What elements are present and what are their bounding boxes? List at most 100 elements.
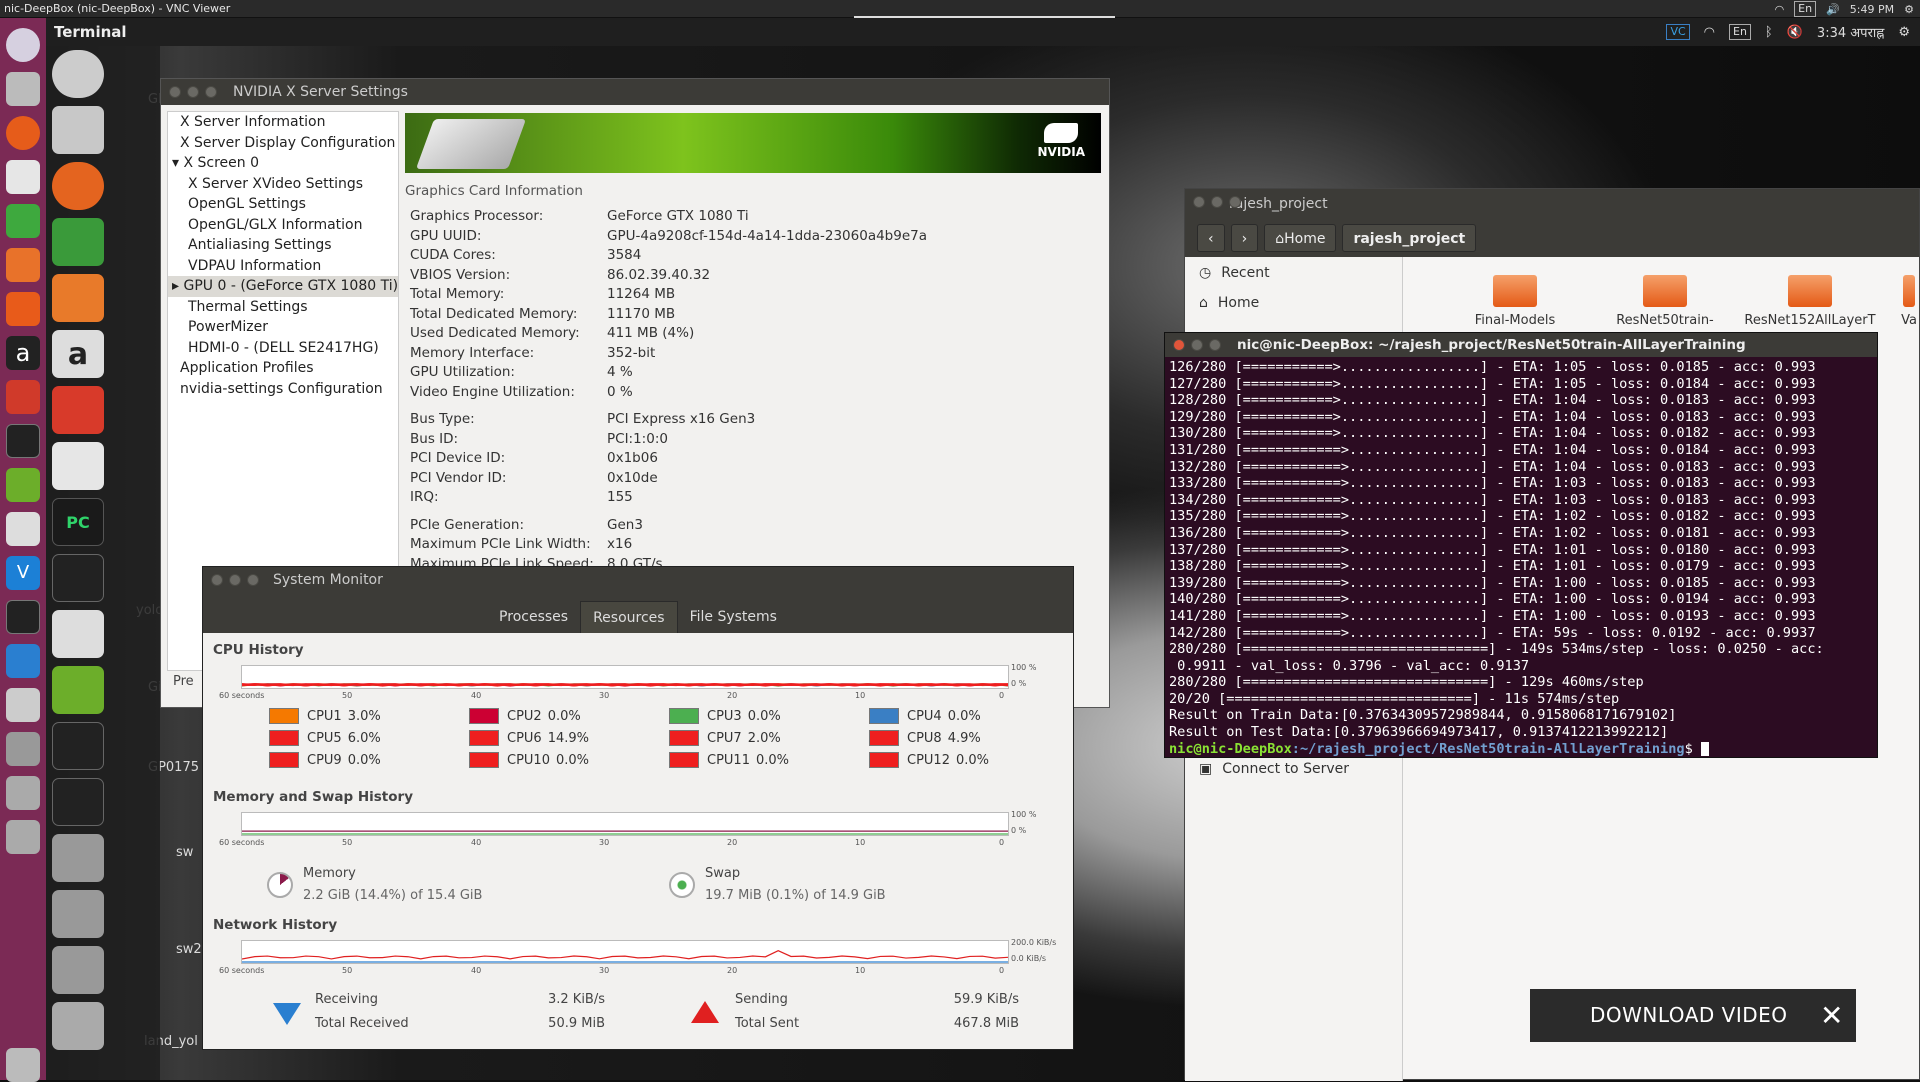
close-icon[interactable] (169, 86, 181, 98)
cpu-color-swatch[interactable] (469, 730, 499, 746)
ubuntu-dash-icon[interactable] (6, 28, 40, 62)
writer-icon[interactable] (52, 442, 104, 490)
cpu-color-swatch[interactable] (669, 752, 699, 768)
drive-icon[interactable] (52, 834, 104, 882)
close-icon[interactable] (211, 574, 223, 586)
tree-item[interactable]: X Server Information (168, 112, 398, 133)
mute-icon[interactable]: 🔇 (1787, 25, 1803, 40)
drive-icon[interactable] (6, 820, 40, 854)
tree-item[interactable]: Application Profiles (168, 358, 398, 379)
pycharm-icon[interactable]: PC (52, 498, 104, 546)
maximize-icon[interactable] (247, 574, 259, 586)
vnc-lang[interactable]: En (1794, 1, 1817, 17)
panel-clock[interactable]: 3:34 अपराह्न (1817, 23, 1884, 41)
amazon-icon[interactable]: a (52, 330, 104, 378)
files-icon[interactable] (52, 106, 104, 154)
impress-icon[interactable] (6, 248, 40, 282)
cpu-color-swatch[interactable] (269, 708, 299, 724)
wifi-icon[interactable]: ◠ (1775, 3, 1785, 16)
camera-icon[interactable] (52, 554, 104, 602)
tree-item[interactable]: Thermal Settings (168, 297, 398, 318)
desktop-file-label[interactable]: sw2 (176, 942, 202, 957)
cpu-legend-item[interactable]: CPU4 0.0% (869, 707, 981, 725)
memory-pie-icon[interactable] (267, 872, 293, 898)
firefox-icon[interactable] (52, 162, 104, 210)
breadcrumb-home[interactable]: ⌂Home (1264, 224, 1337, 252)
cpu-legend-item[interactable]: CPU1 3.0% (269, 707, 381, 725)
volume-icon[interactable]: 🔊 (1826, 3, 1840, 16)
impress-icon[interactable] (52, 274, 104, 322)
maximize-icon[interactable] (205, 86, 217, 98)
tree-item[interactable]: ▸ GPU 0 - (GeForce GTX 1080 Ti) (168, 276, 398, 297)
sidebar-item-connect-server[interactable]: ▣ Connect to Server (1199, 761, 1349, 777)
close-icon[interactable] (1193, 196, 1205, 208)
title-bar[interactable]: rajesh_project (1185, 189, 1919, 219)
writer-icon[interactable] (6, 160, 40, 194)
tree-item[interactable]: X Server XVideo Settings (168, 174, 398, 195)
gear-icon[interactable]: ⚙ (1904, 3, 1914, 16)
trash-icon[interactable] (52, 1002, 104, 1050)
files-icon[interactable] (6, 72, 40, 106)
terminal-output[interactable]: 126/280 [===========>.................] … (1165, 357, 1877, 757)
maximize-icon[interactable] (1209, 339, 1221, 351)
nvidia-icon[interactable] (6, 468, 40, 502)
sidebar-item-recent[interactable]: ◷ Recent (1199, 265, 1270, 281)
close-icon[interactable] (1173, 339, 1185, 351)
cpu-color-swatch[interactable] (869, 708, 899, 724)
terminal-icon[interactable] (52, 778, 104, 826)
window-icon[interactable] (6, 688, 40, 722)
cpu-color-swatch[interactable] (669, 708, 699, 724)
drive-icon[interactable] (52, 946, 104, 994)
text-editor-icon[interactable] (52, 610, 104, 658)
cpu-legend-item[interactable]: CPU6 14.9% (469, 729, 589, 747)
ubuntu-dash-icon[interactable] (52, 50, 104, 98)
cpu-color-swatch[interactable] (269, 752, 299, 768)
cpu-color-swatch[interactable] (869, 730, 899, 746)
folder-item[interactable]: ResNet50train- (1595, 275, 1735, 328)
cpu-legend-item[interactable]: CPU11 0.0% (669, 751, 789, 769)
settings-icon[interactable] (6, 380, 40, 414)
cpu-legend-item[interactable]: CPU3 0.0% (669, 707, 781, 725)
minimize-icon[interactable] (187, 86, 199, 98)
cpu-legend-item[interactable]: CPU2 0.0% (469, 707, 581, 725)
cpu-legend-item[interactable]: CPU8 4.9% (869, 729, 981, 747)
terminal-icon[interactable] (6, 424, 40, 458)
folder-item[interactable]: Final-Models (1445, 275, 1585, 328)
swap-pie-icon[interactable] (669, 872, 695, 898)
tree-item[interactable]: PowerMizer (168, 317, 398, 338)
forward-button[interactable]: › (1230, 224, 1259, 252)
back-button[interactable]: ‹ (1197, 224, 1225, 252)
vnc-clock[interactable]: 5:49 PM (1850, 3, 1894, 16)
tree-item[interactable]: Antialiasing Settings (168, 235, 398, 256)
tree-item[interactable]: OpenGL Settings (168, 194, 398, 215)
tree-item[interactable]: HDMI-0 - (DELL SE2417HG) (168, 338, 398, 359)
system-monitor-icon[interactable] (6, 600, 40, 634)
tab-resources[interactable]: Resources (580, 601, 678, 633)
calc-icon[interactable] (52, 218, 104, 266)
drive-icon[interactable] (6, 732, 40, 766)
cpu-color-swatch[interactable] (669, 730, 699, 746)
trash-icon[interactable] (6, 1048, 40, 1082)
folder-item[interactable]: ResNet152AllLayerT (1725, 275, 1895, 328)
nvidia-icon[interactable] (52, 666, 104, 714)
gear-icon[interactable]: ⚙ (1898, 25, 1910, 40)
tree-item[interactable]: nvidia-settings Configuration (168, 379, 398, 400)
tree-item[interactable]: ▾ X Screen 0 (168, 153, 398, 174)
calc-icon[interactable] (6, 204, 40, 238)
tab-processes[interactable]: Processes (487, 601, 580, 633)
cpu-legend-item[interactable]: CPU5 6.0% (269, 729, 381, 747)
wifi-icon[interactable]: ◠ (1704, 25, 1715, 40)
title-bar[interactable]: System Monitor (203, 567, 1073, 593)
minimize-icon[interactable] (1211, 196, 1223, 208)
terminal-prompt-line[interactable]: nic@nic-DeepBox:~/rajesh_project/ResNet5… (1169, 741, 1877, 758)
settings-icon[interactable] (52, 386, 104, 434)
cpu-legend-item[interactable]: CPU9 0.0% (269, 751, 381, 769)
folder-item[interactable]: Va (1897, 275, 1920, 328)
tree-item[interactable]: OpenGL/GLX Information (168, 215, 398, 236)
amazon-icon[interactable]: a (6, 336, 40, 370)
update-icon[interactable] (6, 644, 40, 678)
sidebar-item-home[interactable]: ⌂ Home (1199, 295, 1259, 311)
receiving-arrow-icon[interactable] (273, 1003, 301, 1025)
vc-tray-icon[interactable]: VC (1666, 24, 1690, 40)
desktop-file-label[interactable]: sw (176, 845, 193, 860)
